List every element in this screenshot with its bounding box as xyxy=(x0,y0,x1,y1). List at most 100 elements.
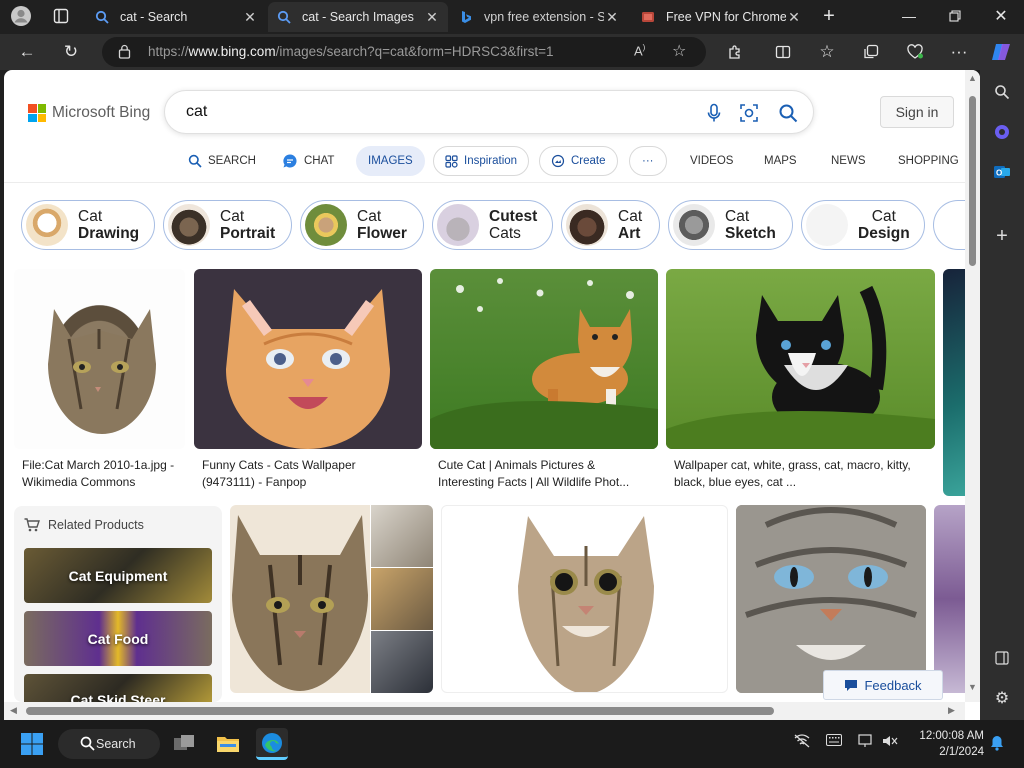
profile-avatar-icon[interactable] xyxy=(6,2,36,30)
minimize-icon[interactable]: — xyxy=(886,0,932,32)
nav-tab-maps[interactable]: MAPS xyxy=(764,146,797,176)
image-result-small-2[interactable] xyxy=(371,568,433,630)
image-result-partial-2[interactable] xyxy=(934,505,965,693)
lock-icon[interactable] xyxy=(118,44,131,64)
sidebar-add-icon[interactable]: + xyxy=(988,222,1016,250)
sidebar-copilot-icon[interactable] xyxy=(988,118,1016,146)
image-result-black-white-kitten[interactable] xyxy=(666,269,935,449)
nav-inspiration-button[interactable]: Inspiration xyxy=(433,146,530,176)
restore-icon[interactable] xyxy=(932,0,978,32)
read-aloud-icon[interactable]: A) xyxy=(634,43,645,58)
favorite-star-icon[interactable]: ☆ xyxy=(672,41,686,61)
sidebar-settings-gear-icon[interactable]: ⚙ xyxy=(988,684,1016,712)
related-chip-cat-flower[interactable]: Cat Flower xyxy=(300,200,424,250)
close-tab-icon[interactable]: ✕ xyxy=(786,9,802,26)
sidebar-outlook-icon[interactable]: O xyxy=(988,158,1016,186)
horizontal-scroll-thumb[interactable] xyxy=(26,707,774,715)
image-result-small-1[interactable] xyxy=(371,505,433,567)
horizontal-scrollbar[interactable]: ◀ ▶ xyxy=(4,702,965,720)
scroll-left-icon[interactable]: ◀ xyxy=(10,705,17,716)
search-query-input[interactable]: cat xyxy=(186,103,207,121)
search-submit-icon[interactable] xyxy=(777,102,799,124)
keyboard-icon[interactable] xyxy=(826,734,842,749)
tab-actions-icon[interactable] xyxy=(46,2,76,30)
related-product-cat-food[interactable]: Cat Food xyxy=(24,611,212,666)
taskbar-search-button[interactable]: Search xyxy=(58,729,160,759)
nav-tab-shopping[interactable]: SHOPPING xyxy=(898,146,959,176)
nav-tab-search[interactable]: SEARCH xyxy=(188,146,256,176)
performance-icon[interactable] xyxy=(900,38,930,66)
close-tab-icon[interactable]: ✕ xyxy=(424,9,440,26)
notification-bell-icon[interactable] xyxy=(990,735,1004,754)
edge-taskbar-icon[interactable] xyxy=(256,728,288,760)
chip-thumbnail xyxy=(806,204,848,246)
related-chip-cat-sketch[interactable]: Cat Sketch xyxy=(668,200,793,250)
sidebar-search-icon[interactable] xyxy=(988,78,1016,106)
related-chip-cat-design[interactable]: Cat Design xyxy=(801,200,925,250)
windows-start-icon[interactable] xyxy=(16,728,48,760)
image-result-blue-eyed-tabby[interactable] xyxy=(736,505,926,693)
scroll-up-icon[interactable]: ▲ xyxy=(968,73,977,83)
volume-muted-icon[interactable] xyxy=(882,734,898,751)
image-caption[interactable]: Funny Cats - Cats Wallpaper (9473111) - F… xyxy=(202,457,356,491)
image-result-partial[interactable] xyxy=(943,269,965,496)
related-product-cat-skid-steer[interactable]: Cat Skid Steer xyxy=(24,674,212,702)
scroll-right-icon[interactable]: ▶ xyxy=(948,705,955,716)
related-chip-cat-portrait[interactable]: Cat Portrait xyxy=(163,200,292,250)
file-explorer-icon[interactable] xyxy=(212,728,244,760)
network-status-icon[interactable] xyxy=(794,734,810,751)
close-tab-icon[interactable]: ✕ xyxy=(242,9,258,26)
image-caption[interactable]: Cute Cat | Animals Pictures & Interesting… xyxy=(438,457,629,491)
scroll-down-icon[interactable]: ▼ xyxy=(968,682,977,692)
sign-in-button[interactable]: Sign in xyxy=(880,96,954,128)
refresh-icon[interactable]: ↻ xyxy=(56,38,86,66)
tab-cat-search-images[interactable]: cat - Search Images ✕ xyxy=(268,2,448,32)
image-result-small-3[interactable] xyxy=(371,631,433,693)
nav-tab-label: IMAGES xyxy=(368,155,413,167)
image-caption[interactable]: Wallpaper cat, white, grass, cat, macro,… xyxy=(674,457,911,491)
close-tab-icon[interactable]: ✕ xyxy=(604,9,620,26)
back-icon[interactable]: ← xyxy=(12,38,42,66)
chip-thumbnail xyxy=(26,204,68,246)
new-tab-icon[interactable]: + xyxy=(814,2,844,30)
nav-tab-images[interactable]: IMAGES xyxy=(356,146,425,176)
close-window-icon[interactable]: ✕ xyxy=(978,0,1024,32)
extensions-icon[interactable] xyxy=(720,38,750,66)
favorites-icon[interactable]: ☆ xyxy=(812,38,842,66)
search-icon xyxy=(94,9,110,25)
nav-tab-news[interactable]: NEWS xyxy=(831,146,866,176)
display-icon[interactable] xyxy=(858,734,872,751)
related-chip-cat-art[interactable]: Cat Art xyxy=(561,200,660,250)
nav-tab-chat[interactable]: CHAT xyxy=(282,146,334,176)
image-result-cute-cat-wildlife[interactable] xyxy=(430,269,658,449)
visual-search-icon[interactable] xyxy=(738,102,760,124)
bing-logo[interactable]: Microsoft Bing xyxy=(28,104,150,122)
related-chip-cat-drawing[interactable]: Cat Drawing xyxy=(21,200,155,250)
image-result-tabby-portrait[interactable] xyxy=(230,505,370,693)
feedback-button[interactable]: Feedback xyxy=(823,670,943,700)
vertical-scroll-thumb[interactable] xyxy=(969,96,976,266)
settings-more-icon[interactable]: ··· xyxy=(944,38,974,66)
related-product-cat-equipment[interactable]: Cat Equipment xyxy=(24,548,212,603)
copilot-icon[interactable] xyxy=(986,38,1016,66)
vertical-scrollbar[interactable]: ▲ ▼ xyxy=(965,70,980,702)
tab-cat-search[interactable]: cat - Search ✕ xyxy=(86,2,266,32)
address-bar[interactable]: https://www.bing.com/images/search?q=cat… xyxy=(102,37,706,67)
tab-free-vpn-chrome[interactable]: Free VPN for Chrome ✕ xyxy=(632,2,810,32)
image-result-tabby-front[interactable] xyxy=(441,505,728,693)
image-caption[interactable]: File:Cat March 2010-1a.jpg - Wikimedia Co… xyxy=(22,457,174,491)
nav-tab-videos[interactable]: VIDEOS xyxy=(690,146,733,176)
related-chip-cutest-cats[interactable]: Cutest Cats xyxy=(432,200,553,250)
image-result-funny-cats-wallpaper[interactable] xyxy=(194,269,422,449)
split-screen-icon[interactable] xyxy=(768,38,798,66)
image-result-cat-march-2010[interactable] xyxy=(14,269,185,449)
nav-more-button[interactable]: ··· xyxy=(629,146,667,176)
taskbar-clock[interactable]: 12:00:08 AM 2/1/2024 xyxy=(904,728,984,760)
tab-vpn-free-extension[interactable]: vpn free extension - Search ✕ xyxy=(450,2,628,32)
task-view-icon[interactable] xyxy=(168,728,200,760)
bing-search-box[interactable]: cat xyxy=(164,90,814,134)
nav-create-button[interactable]: Create xyxy=(539,146,618,176)
sidebar-layout-icon[interactable] xyxy=(988,644,1016,672)
microphone-icon[interactable] xyxy=(703,102,725,124)
collections-icon[interactable] xyxy=(856,38,886,66)
